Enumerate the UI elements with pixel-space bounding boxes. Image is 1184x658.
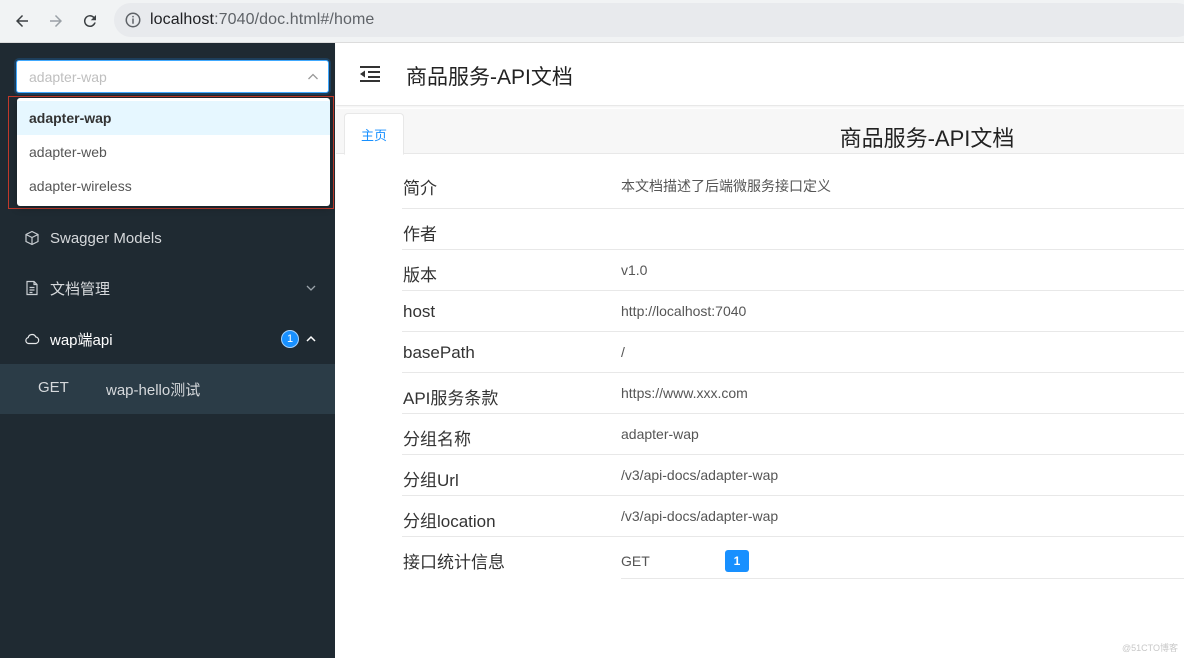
stats-count-badge: 1: [725, 550, 749, 572]
cube-icon: [25, 230, 39, 246]
stats-line: GET 1: [621, 541, 1184, 579]
info-value: adapter-wap: [621, 426, 699, 442]
chevron-up-icon: [308, 73, 318, 80]
info-value: 本文档描述了后端微服务接口定义: [621, 178, 831, 194]
header: 商品服务-API文档: [336, 43, 1184, 106]
sidebar-subitem-wap-hello[interactable]: GET wap-hello测试: [0, 364, 335, 414]
info-row: 分组location /v3/api-docs/adapter-wap: [402, 496, 1184, 537]
info-table: 简介 本文档描述了后端微服务接口定义 作者 版本 v1.0 host http:…: [402, 164, 1184, 583]
sidebar-item-wap-api[interactable]: wap端api 1: [0, 314, 335, 364]
info-key: 简介: [403, 179, 437, 198]
api-name-label: wap-hello测试: [106, 382, 201, 399]
info-key: 分组名称: [403, 430, 471, 449]
group-select[interactable]: adapter-wap: [16, 60, 329, 93]
info-value: /v3/api-docs/adapter-wap: [621, 508, 779, 524]
sidebar-item-label: wap端api: [50, 331, 113, 349]
chevron-up-icon: [306, 335, 316, 342]
info-key: 接口统计信息: [403, 553, 505, 572]
forward-arrow-icon[interactable]: [44, 9, 68, 33]
info-key: 作者: [403, 225, 437, 244]
info-row: basePath /: [402, 332, 1184, 373]
info-value: http://localhost:7040: [621, 303, 747, 319]
page-title: 商品服务-API文档: [406, 66, 573, 89]
info-row: host http://localhost:7040: [402, 291, 1184, 332]
info-row: API服务条款 https://www.xxx.com: [402, 373, 1184, 414]
document-icon: [26, 280, 38, 296]
info-key: API服务条款: [403, 389, 499, 408]
info-value: v1.0: [621, 262, 648, 278]
info-row: 分组Url /v3/api-docs/adapter-wap: [402, 455, 1184, 496]
dropdown-option-adapter-wireless[interactable]: adapter-wireless: [17, 169, 330, 203]
info-icon[interactable]: [124, 11, 142, 29]
watermark: @51CTO博客: [1122, 643, 1178, 653]
dropdown-option-adapter-web[interactable]: adapter-web: [17, 135, 330, 169]
info-row: 简介 本文档描述了后端微服务接口定义: [402, 164, 1184, 209]
address-bar[interactable]: localhost:7040/doc.html#/home: [114, 3, 1184, 37]
group-select-placeholder: adapter-wap: [29, 69, 107, 85]
group-dropdown-menu: adapter-wap adapter-web adapter-wireless: [17, 98, 330, 206]
info-value: /v3/api-docs/adapter-wap: [621, 467, 779, 483]
back-arrow-icon[interactable]: [10, 9, 34, 33]
menu-fold-icon[interactable]: [360, 65, 382, 83]
chevron-down-icon: [306, 285, 316, 291]
info-key: 分组Url: [403, 471, 459, 490]
sidebar-item-label: 文档管理: [50, 280, 111, 298]
sidebar-item-label: Swagger Models: [50, 229, 162, 247]
sidebar-item-doc-management[interactable]: 文档管理: [0, 263, 335, 313]
url-text: localhost:7040/doc.html#/home: [150, 11, 375, 28]
info-key: 版本: [403, 266, 437, 285]
info-value: https://www.xxx.com: [621, 385, 748, 401]
doc-title: 商品服务-API文档: [839, 126, 1015, 151]
http-method-label: GET: [38, 379, 69, 396]
info-key: host: [403, 302, 436, 321]
info-row: 版本 v1.0: [402, 250, 1184, 291]
cloud-icon: [25, 333, 40, 345]
sidebar-item-swagger-models[interactable]: Swagger Models: [0, 213, 335, 263]
count-badge: 1: [281, 330, 299, 348]
reload-icon[interactable]: [78, 9, 102, 33]
browser-toolbar: localhost:7040/doc.html#/home: [0, 0, 1184, 43]
info-key: 分组location: [403, 512, 496, 531]
info-value: /: [621, 344, 625, 360]
info-key: basePath: [403, 343, 475, 362]
info-row: 分组名称 adapter-wap: [402, 414, 1184, 455]
info-row: 作者: [402, 209, 1184, 250]
sidebar: adapter-wap Swagger Models 文档管理 wap端api …: [0, 43, 335, 658]
info-row-stats: 接口统计信息 GET 1: [402, 537, 1184, 583]
stats-method: GET: [621, 553, 650, 569]
dropdown-option-adapter-wap[interactable]: adapter-wap: [17, 101, 330, 135]
